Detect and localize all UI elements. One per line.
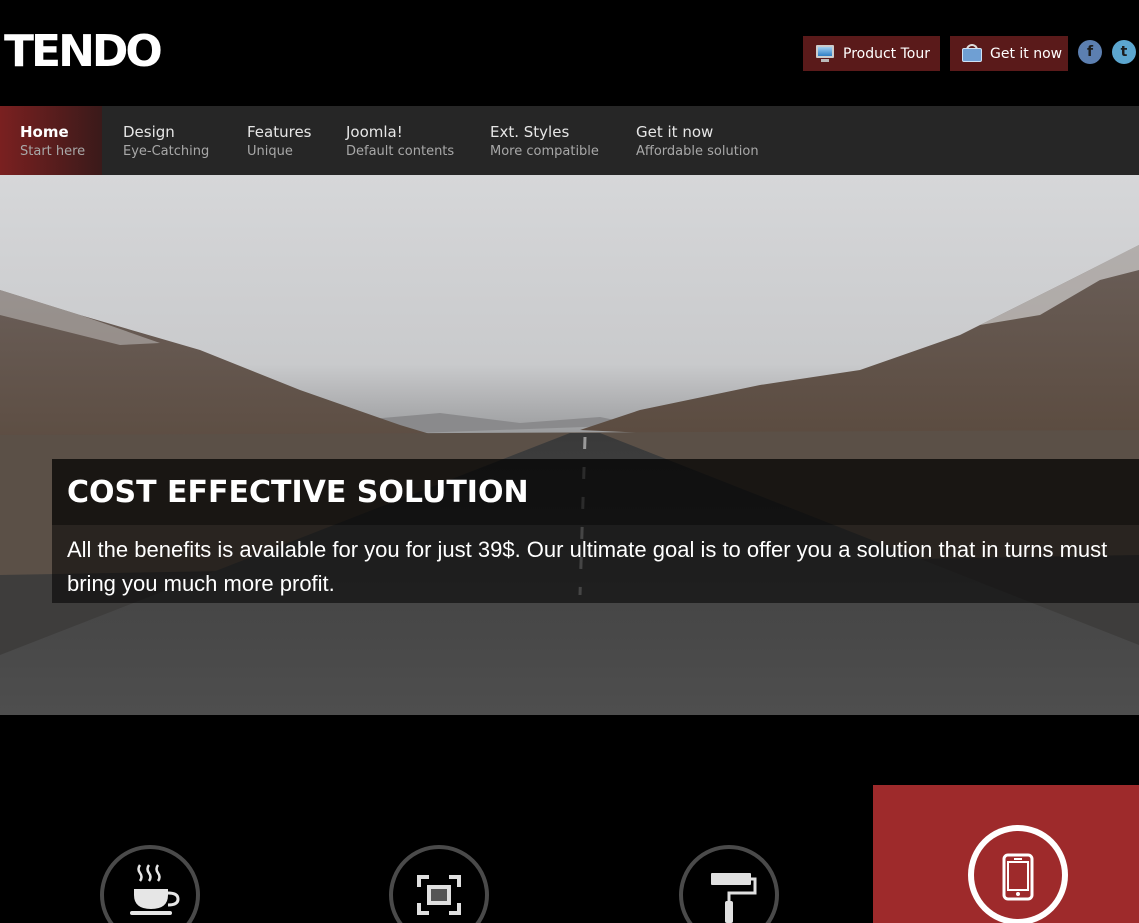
nav-title: Get it now xyxy=(636,123,714,141)
nav-item-home[interactable]: Home Start here xyxy=(0,106,102,175)
hero-slide: COST EFFECTIVE SOLUTION All the benefits… xyxy=(0,175,1139,715)
logo[interactable]: TENDO xyxy=(4,26,163,77)
nav-subtitle: Start here xyxy=(20,144,86,159)
hero-title: COST EFFECTIVE SOLUTION xyxy=(67,475,529,510)
nav-title: Joomla! xyxy=(346,123,403,141)
main-nav: Home Start here Design Eye-Catching Feat… xyxy=(0,106,1139,175)
paint-roller-icon xyxy=(711,873,757,923)
nav-title: Home xyxy=(20,123,69,141)
feature-highlight[interactable] xyxy=(873,785,1139,923)
product-tour-label: Product Tour xyxy=(843,45,930,62)
nav-subtitle: Default contents xyxy=(346,144,455,159)
feature-item-coffee[interactable] xyxy=(100,845,200,923)
coffee-cup-icon xyxy=(130,864,180,915)
features-section xyxy=(0,715,1139,923)
nav-title: Design xyxy=(123,123,175,141)
nav-subtitle: Eye-Catching xyxy=(123,144,210,159)
nav-item-ext-styles[interactable]: Ext. Styles More compatible xyxy=(490,106,630,175)
get-it-now-label: Get it now xyxy=(990,45,1063,62)
monitor-icon xyxy=(815,44,835,63)
hero-text: All the benefits is available for you fo… xyxy=(67,537,1108,596)
nav-subtitle: Affordable solution xyxy=(636,144,759,159)
facebook-icon[interactable]: f xyxy=(1078,40,1102,64)
get-it-now-button[interactable]: Get it now xyxy=(950,36,1068,71)
mobile-phone-icon xyxy=(1002,853,1034,901)
basket-icon xyxy=(962,43,982,63)
nav-title: Features xyxy=(247,123,312,141)
frame-icon xyxy=(417,875,461,915)
hero-caption: COST EFFECTIVE SOLUTION All the benefits… xyxy=(52,459,1139,603)
product-tour-button[interactable]: Product Tour xyxy=(803,36,940,71)
nav-title: Ext. Styles xyxy=(490,123,570,141)
feature-item-frame[interactable] xyxy=(389,845,489,923)
site-header: TENDO Product Tour Get it now f t xyxy=(0,0,1139,106)
nav-subtitle: Unique xyxy=(247,144,293,159)
hero-landscape-image xyxy=(0,245,1139,715)
nav-item-design[interactable]: Design Eye-Catching xyxy=(123,106,238,175)
nav-item-get-it-now[interactable]: Get it now Affordable solution xyxy=(636,106,796,175)
nav-item-features[interactable]: Features Unique xyxy=(247,106,337,175)
nav-subtitle: More compatible xyxy=(490,144,599,159)
twitter-icon[interactable]: t xyxy=(1112,40,1136,64)
feature-item-roller[interactable] xyxy=(679,845,779,923)
logo-text: TENDO xyxy=(4,26,163,77)
nav-item-joomla[interactable]: Joomla! Default contents xyxy=(346,106,481,175)
